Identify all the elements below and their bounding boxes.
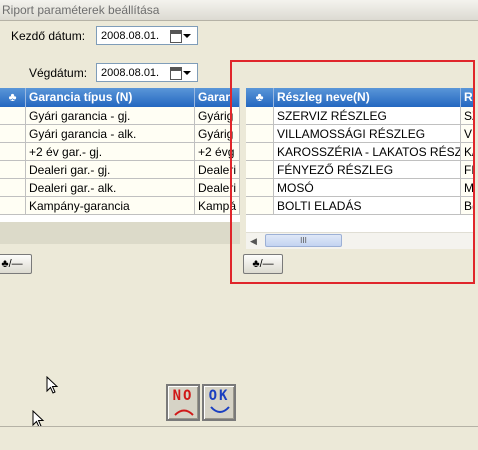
table-cell[interactable]: Dealeri gar.- alk. [26,179,195,197]
select-all-icon[interactable]: ♣ [0,88,26,107]
calendar-icon [170,30,182,43]
highlight-rectangle [230,60,475,284]
status-bar [0,426,478,450]
warranty-type-grid[interactable]: ♣ Garancia típus (N) Garan Gyári garanci… [0,88,240,222]
end-date-value: 2008.08.01. [101,67,160,79]
end-date-label: Végdátum: [29,66,88,80]
ok-button-label: OK [208,388,230,404]
toggle-selection-button[interactable]: ♣/— [0,254,32,274]
sad-face-icon [174,409,194,416]
start-date-value: 2008.08.01. [101,30,160,42]
smile-face-icon [210,406,230,413]
table-cell[interactable]: Dealeri gar.- gj. [26,161,195,179]
chevron-down-icon[interactable] [183,34,191,38]
table-cell[interactable]: Kampány-garancia [26,197,195,215]
table-cell[interactable]: Gyári garancia - alk. [26,125,195,143]
start-date-picker[interactable]: 2008.08.01. [96,26,198,45]
calendar-icon [170,67,182,80]
window-titlebar: Riport paraméterek beállítása [0,0,478,21]
grid-footer [0,222,240,244]
start-date-label: Kezdő dátum: [11,29,86,43]
chevron-down-icon[interactable] [183,71,191,75]
table-cell[interactable]: +2 év gar.- gj. [26,143,195,161]
ok-button[interactable]: OK [202,384,236,421]
mouse-cursor-icon [46,376,59,394]
cancel-button-label: NO [172,388,194,404]
table-cell[interactable]: Gyári garancia - gj. [26,107,195,125]
window-title: Riport paraméterek beállítása [2,3,160,17]
column-header-warranty-type[interactable]: Garancia típus (N) [26,88,195,107]
cancel-button[interactable]: NO [166,384,200,421]
end-date-picker[interactable]: 2008.08.01. [96,63,198,82]
